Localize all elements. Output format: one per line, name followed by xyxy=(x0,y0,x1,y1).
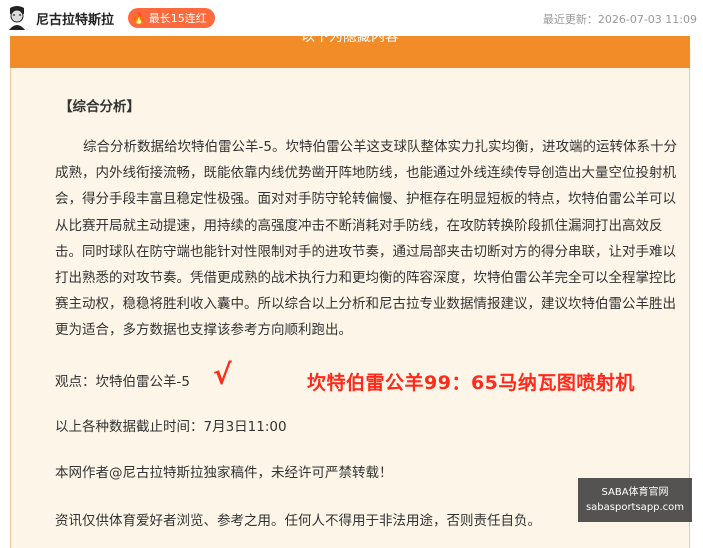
streak-badge-label: 最长15连红 xyxy=(148,12,207,25)
section-heading: 【综合分析】 xyxy=(59,99,140,115)
hidden-content-label: 以下为隐藏内容 xyxy=(301,36,399,45)
article-content: 【综合分析】 综合分析数据给坎特伯雷公羊-5。坎特伯雷公羊这支球队整体实力扎实均… xyxy=(10,68,690,548)
analysis-paragraph: 综合分析数据给坎特伯雷公羊-5。坎特伯雷公羊这支球队整体实力扎实均衡，进攻端的运… xyxy=(55,139,677,339)
site-watermark: SABA体育官网 sabasportsapp.com xyxy=(578,478,692,522)
flame-icon: 🔥 xyxy=(132,11,146,25)
watermark-line2: sabasportsapp.com xyxy=(585,502,685,513)
viewpoint-text: 观点：坎特伯雷公羊-5 xyxy=(55,374,190,390)
author-name[interactable]: 尼古拉特斯拉 xyxy=(36,9,114,28)
avatar-icon[interactable] xyxy=(6,4,28,30)
hidden-content-banner: 以下为隐藏内容 xyxy=(10,36,690,68)
article-header: 尼古拉特斯拉 🔥 最长15连红 最近更新：2026-07-03 11:09 xyxy=(0,0,703,36)
last-updated: 最近更新：2026-07-03 11:09 xyxy=(542,13,697,26)
copyright-notice: 本网作者@尼古拉特斯拉独家稿件，未经许可严禁转载！ xyxy=(55,465,393,481)
streak-badge: 🔥 最长15连红 xyxy=(128,8,215,28)
disclaimer: 资讯仅供体育爱好者浏览、参考之用。任何人不得用于非法用途，否则责任自负。 xyxy=(55,513,541,529)
check-icon: √ xyxy=(213,358,232,391)
data-deadline: 以上各种数据截止时间：7月3日11:00 xyxy=(55,419,287,435)
watermark-line1: SABA体育官网 xyxy=(601,487,669,498)
match-result-highlight: 坎特伯雷公羊99：65马纳瓦图喷射机 xyxy=(307,372,635,394)
